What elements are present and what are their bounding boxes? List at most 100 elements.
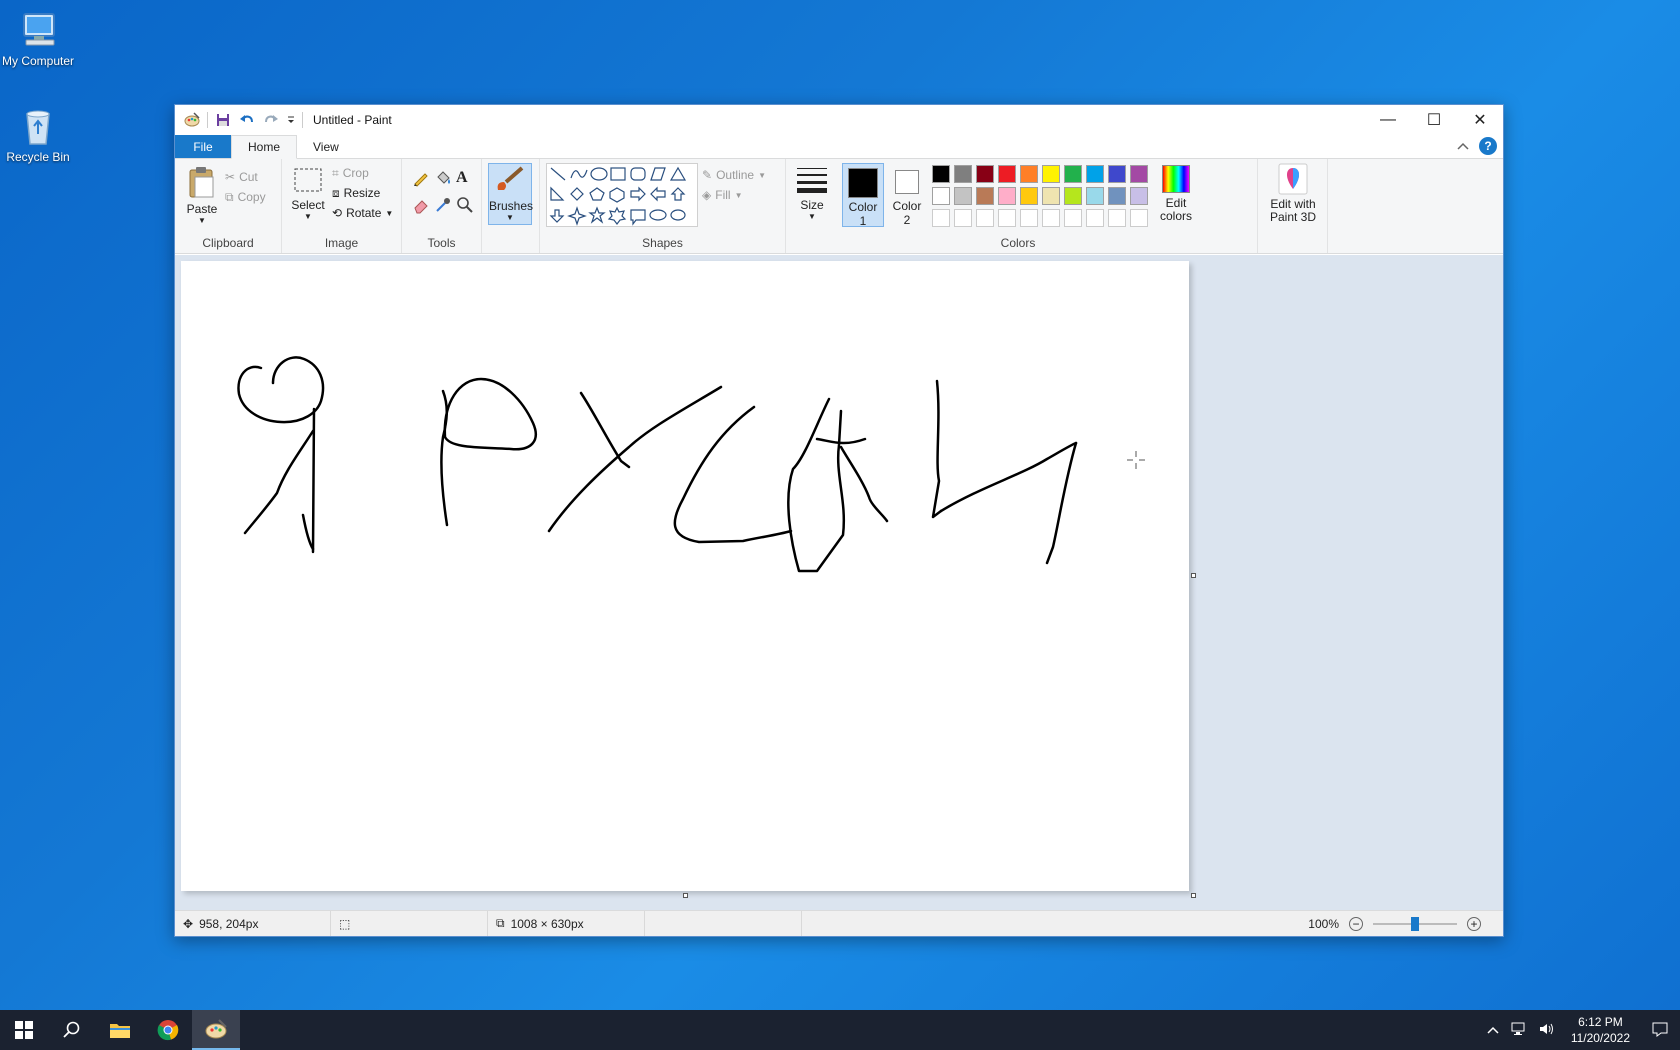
color1-button[interactable]: Color 1: [842, 163, 884, 228]
crop-button[interactable]: ⌗ Crop: [332, 163, 393, 183]
network-icon[interactable]: [1505, 1022, 1533, 1039]
color-swatch[interactable]: [1064, 165, 1082, 183]
color-swatch[interactable]: [1042, 165, 1060, 183]
size-button[interactable]: Size ▼: [792, 165, 832, 221]
tab-home[interactable]: Home: [231, 135, 298, 159]
notifications-icon[interactable]: [1640, 1021, 1680, 1040]
color-swatch[interactable]: [1130, 165, 1148, 183]
clock[interactable]: 6:12 PM 11/20/2022: [1561, 1014, 1640, 1046]
canvas-size: ⧉ 1008 × 630px: [488, 911, 645, 936]
color-swatch[interactable]: [1064, 209, 1082, 227]
cut-button[interactable]: ✂ Cut: [225, 167, 266, 187]
color-swatch[interactable]: [1108, 187, 1126, 205]
color-swatch[interactable]: [1130, 187, 1148, 205]
chrome-button[interactable]: [144, 1010, 192, 1050]
color-swatch[interactable]: [1130, 209, 1148, 227]
desktop-icon-recycle-bin[interactable]: Recycle Bin: [0, 104, 76, 164]
paint-taskbar-button[interactable]: [192, 1010, 240, 1050]
save-icon[interactable]: [214, 111, 232, 129]
color-swatch[interactable]: [976, 187, 994, 205]
edit-colors-button[interactable]: Edit colors: [1152, 163, 1200, 223]
color-swatch[interactable]: [1042, 187, 1060, 205]
color-swatch[interactable]: [1020, 209, 1038, 227]
color-swatch[interactable]: [998, 187, 1016, 205]
color-swatch[interactable]: [1086, 187, 1104, 205]
zoom-slider-thumb[interactable]: [1411, 917, 1419, 931]
search-button[interactable]: [48, 1010, 96, 1050]
color-swatch[interactable]: [998, 209, 1016, 227]
color-swatch[interactable]: [1108, 165, 1126, 183]
show-hidden-icons-icon[interactable]: [1481, 1023, 1505, 1037]
color-swatch[interactable]: [1042, 209, 1060, 227]
undo-icon[interactable]: [238, 111, 256, 129]
color-swatch[interactable]: [1086, 165, 1104, 183]
chevron-down-icon: ▼: [758, 170, 767, 180]
color-picker-icon[interactable]: [434, 196, 456, 217]
color-swatch[interactable]: [932, 209, 950, 227]
redo-icon[interactable]: [262, 111, 280, 129]
color-swatch[interactable]: [932, 187, 950, 205]
clipboard-group: Paste ▼ ✂ Cut ⧉ Copy Clipboard: [175, 159, 282, 253]
outline-button[interactable]: ✎ Outline ▼: [702, 165, 766, 185]
zoom-in-icon[interactable]: +: [1467, 917, 1481, 931]
color-swatch[interactable]: [954, 209, 972, 227]
resize-handle-bottom[interactable]: [683, 893, 688, 898]
resize-button[interactable]: ⧈ Resize: [332, 183, 393, 203]
text-icon[interactable]: A: [456, 169, 478, 190]
select-button[interactable]: Select ▼: [288, 165, 328, 221]
paint-icon: [205, 1019, 227, 1039]
desktop-icon-my-computer[interactable]: My Computer: [0, 8, 76, 68]
color-swatch[interactable]: [954, 165, 972, 183]
color-swatch[interactable]: [998, 165, 1016, 183]
edit-with-paint3d-button[interactable]: Edit with Paint 3D: [1262, 163, 1324, 224]
search-icon: [63, 1021, 80, 1038]
rotate-button[interactable]: ⟲ Rotate ▼: [332, 203, 393, 223]
color-swatch[interactable]: [954, 187, 972, 205]
color1-swatch: [848, 168, 878, 198]
color-swatch[interactable]: [1020, 187, 1038, 205]
copy-button[interactable]: ⧉ Copy: [225, 187, 266, 207]
drawing-canvas[interactable]: [181, 261, 1196, 898]
brushes-button[interactable]: Brushes ▼: [488, 163, 533, 225]
color-swatch[interactable]: [976, 209, 994, 227]
color-swatch[interactable]: [1020, 165, 1038, 183]
help-icon[interactable]: ?: [1479, 137, 1497, 155]
fill-bucket-icon[interactable]: [434, 169, 456, 190]
collapse-ribbon-icon[interactable]: [1457, 139, 1469, 153]
group-label: Shapes: [642, 236, 683, 250]
color-swatch[interactable]: [976, 165, 994, 183]
tab-view[interactable]: View: [297, 135, 355, 158]
resize-handle-right[interactable]: [1191, 573, 1196, 578]
customize-qat-icon[interactable]: [286, 111, 296, 129]
close-button[interactable]: ✕: [1457, 105, 1503, 135]
rotate-label: Rotate: [346, 206, 382, 220]
pencil-icon[interactable]: [412, 169, 434, 190]
magnifier-icon[interactable]: [456, 196, 478, 217]
ribbon-tabs: File Home View ?: [175, 135, 1503, 159]
color-swatch[interactable]: [1108, 209, 1126, 227]
color-swatch[interactable]: [932, 165, 950, 183]
shapes-gallery-icons[interactable]: [547, 164, 697, 226]
start-button[interactable]: [0, 1010, 48, 1050]
color2-button[interactable]: Color 2: [886, 163, 928, 227]
paint3d-label-2: Paint 3D: [1269, 210, 1317, 224]
shapes-gallery: [546, 163, 698, 227]
tab-file[interactable]: File: [175, 135, 231, 158]
title-bar: Untitled - Paint — ☐ ✕: [175, 105, 1503, 135]
fill-button[interactable]: ◈ Fill ▼: [702, 185, 766, 205]
chevron-down-icon: ▼: [198, 216, 206, 225]
zoom-slider[interactable]: [1373, 917, 1457, 931]
chevron-down-icon: ▼: [808, 212, 816, 221]
maximize-button[interactable]: ☐: [1411, 105, 1457, 135]
color-swatch[interactable]: [1064, 187, 1082, 205]
file-explorer-button[interactable]: [96, 1010, 144, 1050]
minimize-button[interactable]: —: [1365, 105, 1411, 135]
resize-handle-corner[interactable]: [1191, 893, 1196, 898]
color-swatch[interactable]: [1086, 209, 1104, 227]
color2-number: 2: [903, 213, 911, 227]
paste-button[interactable]: Paste ▼: [181, 165, 223, 225]
volume-icon[interactable]: [1533, 1022, 1561, 1039]
eraser-icon[interactable]: [412, 196, 434, 217]
group-label: Tools: [427, 236, 456, 250]
zoom-out-icon[interactable]: −: [1349, 917, 1363, 931]
